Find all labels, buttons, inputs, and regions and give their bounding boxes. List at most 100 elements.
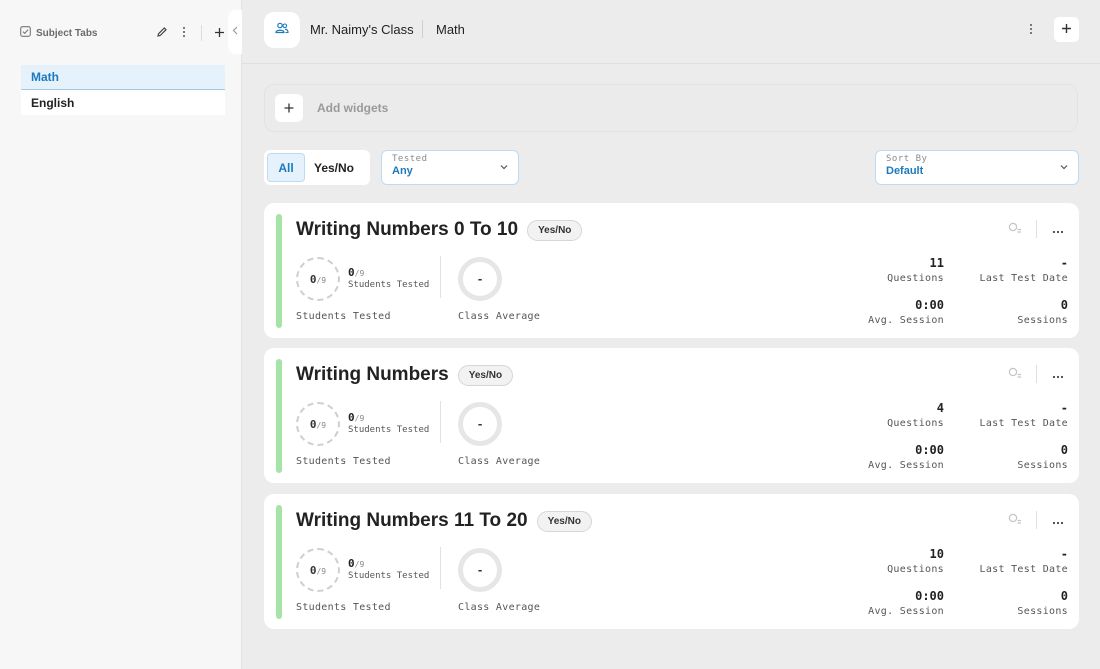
last-test-date-value: - bbox=[1060, 401, 1068, 415]
plus-icon bbox=[1061, 21, 1072, 39]
questions-stat: 11 Questions bbox=[887, 256, 944, 284]
card-type-badge: Yes/No bbox=[536, 510, 592, 532]
card-actions-divider bbox=[1036, 365, 1037, 383]
subject-tab-english[interactable]: English bbox=[21, 90, 225, 115]
report-icon bbox=[1008, 367, 1022, 382]
questions-value: 4 bbox=[936, 401, 944, 415]
chevron-down-icon bbox=[1060, 162, 1068, 173]
subject-tab-math[interactable]: Math bbox=[21, 65, 225, 90]
add-widgets-bar[interactable]: Add widgets bbox=[264, 84, 1078, 132]
tested-value: 0 bbox=[348, 411, 355, 424]
sessions-label: Sessions bbox=[1017, 315, 1068, 326]
students-tested-count: 0/9 Students Tested bbox=[348, 266, 429, 290]
sort-by-dropdown[interactable]: Sort By Default bbox=[875, 150, 1079, 185]
filter-yes-no-button[interactable]: Yes/No bbox=[305, 153, 363, 182]
class-name: Mr. Naimy's Class bbox=[310, 22, 414, 37]
class-average-value: - bbox=[476, 563, 484, 577]
sidebar-more-button[interactable] bbox=[173, 22, 195, 44]
sort-by-dropdown-label: Sort By bbox=[886, 154, 928, 164]
students-tested-label: Students Tested bbox=[296, 311, 391, 322]
report-icon bbox=[1008, 513, 1022, 528]
card-report-button[interactable] bbox=[1004, 363, 1026, 385]
assessment-card[interactable]: Writing Numbers 0 To 10 Yes/No 0/9 0/9 S… bbox=[264, 203, 1079, 338]
header-add-button[interactable] bbox=[1054, 17, 1079, 42]
avg-session-label: Avg. Session bbox=[868, 606, 944, 617]
questions-label: Questions bbox=[887, 273, 944, 284]
students-tested-ring: 0/9 bbox=[296, 402, 340, 446]
class-average-value: - bbox=[476, 417, 484, 431]
card-title[interactable]: Writing Numbers 0 To 10 bbox=[296, 219, 518, 241]
plus-icon bbox=[214, 26, 225, 41]
card-more-button[interactable] bbox=[1047, 218, 1069, 240]
last-test-date-label: Last Test Date bbox=[979, 564, 1068, 575]
sessions-stat: 0 Sessions bbox=[1017, 298, 1068, 326]
card-report-button[interactable] bbox=[1004, 509, 1026, 531]
card-actions-divider bbox=[1036, 220, 1037, 238]
card-metric-divider bbox=[440, 547, 441, 589]
tested-total: /9 bbox=[354, 269, 365, 278]
students-tested-ring-text: 0/9 bbox=[310, 564, 326, 577]
last-test-date-value: - bbox=[1060, 547, 1068, 561]
add-widgets-button[interactable] bbox=[275, 94, 303, 122]
avg-session-label: Avg. Session bbox=[868, 460, 944, 471]
questions-stat: 10 Questions bbox=[887, 547, 944, 575]
more-horizontal-icon bbox=[1052, 367, 1064, 382]
card-actions bbox=[1004, 509, 1069, 531]
card-title[interactable]: Writing Numbers 11 To 20 bbox=[296, 510, 528, 532]
last-test-date-stat: - Last Test Date bbox=[980, 547, 1069, 575]
add-widgets-label: Add widgets bbox=[317, 101, 389, 115]
class-average-ring: - bbox=[458, 548, 502, 592]
edit-subjects-button[interactable] bbox=[151, 22, 173, 44]
sidebar-header-divider bbox=[201, 25, 202, 41]
last-test-date-stat: - Last Test Date bbox=[980, 401, 1069, 429]
card-status-accent bbox=[276, 359, 282, 473]
students-tested-label: Students Tested bbox=[296, 602, 391, 613]
plus-icon bbox=[284, 100, 294, 117]
class-average-ring: - bbox=[458, 257, 502, 301]
students-tested-count: 0/9 Students Tested bbox=[348, 411, 429, 435]
header-more-button[interactable] bbox=[1020, 19, 1042, 41]
students-tested-caption: Students Tested bbox=[348, 280, 430, 290]
more-vertical-icon bbox=[181, 26, 187, 41]
sidebar-title: Subject Tabs bbox=[36, 27, 98, 39]
last-test-date-label: Last Test Date bbox=[979, 418, 1068, 429]
questions-value: 11 bbox=[929, 256, 944, 270]
sidebar-title-wrap: Subject Tabs bbox=[20, 24, 151, 42]
more-vertical-icon bbox=[1028, 23, 1034, 38]
card-report-button[interactable] bbox=[1004, 218, 1026, 240]
students-tested-ring: 0/9 bbox=[296, 257, 340, 301]
questions-value: 10 bbox=[929, 547, 944, 561]
students-tested-number: 0/9 bbox=[348, 411, 429, 424]
card-more-button[interactable] bbox=[1047, 509, 1069, 531]
students-tested-ring-text: 0/9 bbox=[310, 273, 326, 286]
tested-dropdown-label: Tested bbox=[392, 154, 428, 164]
card-type-badge: Yes/No bbox=[457, 364, 514, 386]
filter-all-button[interactable]: All bbox=[267, 153, 305, 182]
students-tested-count: 0/9 Students Tested bbox=[348, 557, 429, 581]
tested-value: 0 bbox=[348, 557, 355, 570]
more-horizontal-icon bbox=[1052, 222, 1064, 237]
questions-stat: 4 Questions bbox=[887, 401, 944, 429]
card-title[interactable]: Writing Numbers bbox=[296, 364, 449, 386]
card-title-row: Writing Numbers 0 To 10 Yes/No bbox=[296, 219, 583, 241]
avg-session-stat: 0:00 Avg. Session bbox=[868, 589, 944, 617]
ring-total: /9 bbox=[316, 420, 327, 430]
card-status-accent bbox=[276, 505, 282, 619]
assessment-card[interactable]: Writing Numbers 11 To 20 Yes/No 0/9 0/9 … bbox=[264, 494, 1079, 629]
class-icon-button[interactable] bbox=[264, 12, 300, 48]
tested-dropdown[interactable]: Tested Any bbox=[381, 150, 519, 185]
last-test-date-stat: - Last Test Date bbox=[980, 256, 1069, 284]
checkbox-icon bbox=[20, 24, 31, 42]
students-tested-label: Students Tested bbox=[296, 456, 391, 467]
assessment-card[interactable]: Writing Numbers Yes/No 0/9 0/9 Students … bbox=[264, 348, 1079, 483]
collapse-sidebar-button[interactable] bbox=[228, 10, 242, 54]
ring-total: /9 bbox=[316, 275, 327, 285]
avg-session-stat: 0:00 Avg. Session bbox=[868, 298, 944, 326]
card-more-button[interactable] bbox=[1047, 363, 1069, 385]
avg-session-stat: 0:00 Avg. Session bbox=[868, 443, 944, 471]
avg-session-value: 0:00 bbox=[915, 589, 944, 603]
add-subject-button[interactable] bbox=[208, 22, 230, 44]
users-icon bbox=[275, 21, 289, 39]
last-test-date-value: - bbox=[1060, 256, 1068, 270]
class-average-label: Class Average bbox=[458, 602, 541, 613]
